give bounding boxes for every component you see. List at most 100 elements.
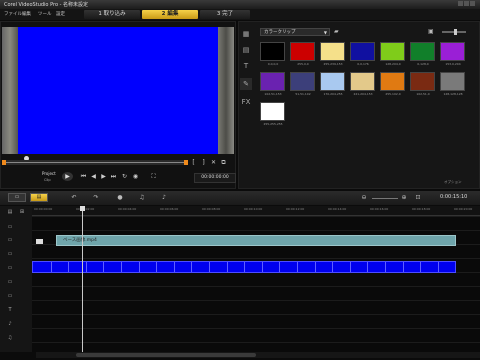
title-track-icon[interactable]: T — [6, 306, 14, 314]
record-capture-icon[interactable]: ● — [116, 194, 124, 202]
trim-start-marker[interactable] — [2, 160, 6, 165]
redo-icon[interactable]: ↷ — [92, 194, 100, 202]
go-to-end-icon[interactable]: ⏭ — [110, 173, 117, 180]
category-dropdown[interactable]: カラークリップ ▼ — [260, 28, 330, 36]
menu-edit[interactable]: 編集 — [22, 11, 31, 17]
next-frame-icon[interactable]: ▶ — [100, 173, 107, 180]
track-divider — [32, 342, 480, 343]
graphic-icon[interactable]: ✎ — [240, 78, 252, 90]
timeline-scrollbar[interactable] — [36, 352, 480, 358]
zoom-out-icon[interactable]: ⊖ — [360, 194, 368, 202]
overlay-clip[interactable]: ベース画像.mp4 — [56, 235, 456, 246]
color-swatch[interactable] — [410, 42, 435, 61]
preview-timecode[interactable]: 00:00:00:00 — [194, 173, 236, 183]
clip-frame-divider — [420, 262, 422, 272]
sound-mixer-icon[interactable]: ♫ — [138, 194, 146, 202]
clip-thumbnail-icon — [36, 239, 43, 244]
menu-settings[interactable]: 設定 — [56, 11, 65, 17]
music-track-icon[interactable]: ♫ — [6, 334, 14, 342]
mark-out-icon[interactable]: ] — [200, 159, 207, 166]
options-link[interactable]: オプション — [444, 180, 462, 185]
preview-color-frame — [18, 27, 218, 154]
trim-end-marker[interactable] — [184, 160, 188, 165]
color-clip[interactable] — [32, 261, 456, 273]
color-swatch[interactable] — [410, 72, 435, 91]
play-icon[interactable]: ▶ — [62, 172, 73, 181]
color-swatch[interactable] — [260, 72, 285, 91]
overlay-track-icon[interactable]: ▭ — [6, 236, 14, 244]
zoom-in-icon[interactable]: ⊕ — [400, 194, 408, 202]
add-track-icon[interactable]: ▤ — [6, 208, 14, 216]
thumbnail-zoom-slider[interactable] — [442, 29, 466, 35]
filter-icon[interactable]: FX — [240, 96, 252, 108]
minimize-button[interactable] — [458, 1, 463, 6]
clip-frame-divider — [226, 262, 228, 272]
undo-icon[interactable]: ↶ — [70, 194, 78, 202]
track-divider — [32, 258, 480, 259]
color-swatch-label: 255,0,0 — [297, 62, 309, 66]
color-swatch[interactable] — [320, 42, 345, 61]
mark-in-icon[interactable]: [ — [190, 159, 197, 166]
color-swatch[interactable] — [260, 102, 285, 121]
color-swatch[interactable] — [290, 42, 315, 61]
track-divider — [32, 286, 480, 287]
menu-file[interactable]: ファイル — [4, 11, 22, 17]
overlay-track-5-icon[interactable]: ▭ — [6, 292, 14, 300]
clip-frame-divider — [244, 262, 246, 272]
color-swatch[interactable] — [380, 42, 405, 61]
track-manager-icon[interactable]: ⊞ — [18, 208, 26, 216]
ruler-tick-label: 00:00:02:00 — [76, 207, 95, 211]
instant-project-icon[interactable]: ▤ — [240, 44, 252, 56]
repeat-icon[interactable]: ↻ — [121, 173, 128, 180]
color-swatch[interactable] — [350, 42, 375, 61]
timeline-zoom-slider[interactable] — [372, 198, 398, 199]
color-swatch[interactable] — [260, 42, 285, 61]
preview-scrub-bar[interactable] — [2, 160, 188, 165]
color-swatch[interactable] — [440, 72, 465, 91]
color-swatch-label: 255,255,255 — [263, 122, 283, 126]
playback-controls: Project Clip ▶ ⏮ ◀ ▶ ⏭ ↻ ◉ ⛶ 00:00:00:00 — [0, 168, 236, 186]
color-swatch[interactable] — [440, 42, 465, 61]
trim-tools: [ ] ✕ ⧉ — [190, 159, 234, 167]
clip-frame-divider — [121, 262, 122, 272]
fullscreen-icon[interactable]: ⛶ — [150, 173, 157, 180]
timeline-ruler[interactable]: 00:00:00:00 00:00:02:00 00:00:04:00 00:00:0… — [32, 206, 480, 216]
color-swatch[interactable] — [380, 72, 405, 91]
timeline-playhead[interactable] — [82, 206, 83, 352]
media-icon[interactable]: ▦ — [240, 28, 252, 40]
video-track-icon[interactable]: ▭ — [6, 223, 14, 231]
auto-music-icon[interactable]: ♪ — [160, 194, 168, 202]
maximize-button[interactable] — [464, 1, 469, 6]
split-icon[interactable]: ✕ — [210, 159, 217, 166]
overlay-track-2-icon[interactable]: ▭ — [6, 250, 14, 258]
voice-track-icon[interactable]: ♪ — [6, 320, 14, 328]
playhead-handle[interactable] — [80, 206, 85, 211]
folder-icon[interactable]: ▰ — [334, 28, 342, 35]
overlay-track-3-icon[interactable]: ▭ — [6, 264, 14, 272]
ruler-tick-label: 00:00:00:00 — [34, 207, 53, 211]
title-icon[interactable]: T — [240, 60, 252, 72]
color-swatch[interactable] — [320, 72, 345, 91]
step-edit-tab[interactable]: 2 編集 — [142, 10, 198, 19]
timeline-view-button[interactable]: ▤ — [30, 193, 48, 202]
fit-project-icon[interactable]: ⊡ — [414, 194, 422, 202]
project-mode-label[interactable]: Project — [42, 171, 56, 176]
clip-frame-divider — [261, 262, 263, 272]
zoom-preview-icon[interactable]: ⧉ — [220, 159, 227, 166]
step-capture-tab[interactable]: 1 取り込み — [84, 10, 140, 19]
color-swatch[interactable] — [290, 72, 315, 91]
menu-tools[interactable]: ツール — [38, 11, 52, 17]
go-to-start-icon[interactable]: ⏮ — [80, 173, 87, 180]
scrollbar-thumb[interactable] — [76, 353, 256, 357]
close-button[interactable] — [470, 1, 475, 6]
clip-frame-divider — [314, 262, 316, 272]
previous-frame-icon[interactable]: ◀ — [90, 173, 97, 180]
color-swatch[interactable] — [350, 72, 375, 91]
volume-icon[interactable]: ◉ — [132, 173, 139, 180]
step-share-tab[interactable]: 3 完了 — [200, 10, 250, 19]
clip-mode-label[interactable]: Clip — [44, 178, 51, 182]
zoom-slider-knob[interactable] — [454, 29, 457, 35]
overlay-track-4-icon[interactable]: ▭ — [6, 278, 14, 286]
storyboard-view-button[interactable]: ▭ — [8, 193, 26, 202]
window-controls — [457, 1, 477, 7]
